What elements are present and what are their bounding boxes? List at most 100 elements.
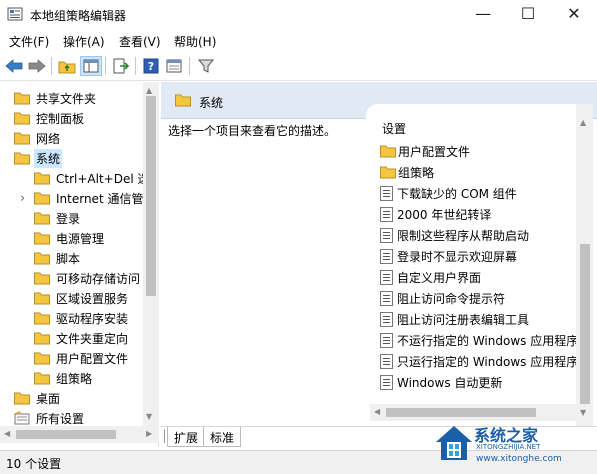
scroll-up-arrow-icon[interactable]: ▲	[146, 86, 152, 95]
toolbar-separator	[135, 57, 136, 75]
watermark-subtitle: XITONGZHIJIA.NET	[476, 443, 541, 451]
policy-setting-item[interactable]: 阻止访问命令提示符	[380, 288, 505, 308]
forward-icon	[28, 59, 46, 73]
menu-view[interactable]: 查看(V)	[119, 33, 161, 50]
setting-label: 限制这些程序从帮助启动	[397, 228, 530, 243]
tree-item[interactable]: 所有设置	[14, 408, 86, 428]
settings-column-header[interactable]: 设置	[382, 120, 406, 137]
minimize-button[interactable]: —	[460, 0, 506, 30]
policy-setting-item[interactable]: 只运行指定的 Windows 应用程序	[380, 351, 577, 371]
up-folder-icon	[58, 61, 76, 74]
watermark-logo: 系统之家 XITONGZHIJIA.NET www.xitonghe.com	[432, 418, 595, 468]
folder-icon	[34, 352, 50, 365]
menu-action[interactable]: 操作(A)	[63, 33, 105, 50]
forward-button[interactable]	[26, 56, 48, 76]
tree-item[interactable]: 脚本	[34, 248, 82, 268]
setting-label: 2000 年世纪转译	[397, 207, 492, 222]
tree-item-label: Ctrl+Alt+Del 选	[56, 171, 150, 186]
folder-icon	[14, 132, 30, 145]
menu-file[interactable]: 文件(F)	[9, 33, 49, 50]
tree-item-label: 用户配置文件	[56, 351, 129, 366]
scroll-right-arrow-icon[interactable]: ▶	[146, 429, 152, 438]
policy-setting-item[interactable]: Windows 自动更新	[380, 372, 502, 392]
tree-item[interactable]: 文件夹重定向	[34, 328, 130, 348]
folder-icon	[380, 166, 396, 179]
tree-item[interactable]: 用户配置文件	[34, 348, 130, 368]
tree-item[interactable]: 网络	[14, 128, 62, 148]
menu-help[interactable]: 帮助(H)	[174, 33, 216, 50]
all-settings-icon	[14, 411, 30, 425]
back-button[interactable]	[3, 56, 25, 76]
settings-folder-item[interactable]: 用户配置文件	[380, 141, 470, 161]
folder-icon	[14, 112, 30, 125]
export-list-icon	[113, 58, 129, 74]
policy-setting-item[interactable]: 2000 年世纪转译	[380, 204, 491, 224]
policy-setting-item[interactable]: 登录时不显示欢迎屏幕	[380, 246, 517, 266]
house-logo-icon	[436, 426, 472, 460]
tree-item[interactable]: 区域设置服务	[34, 288, 130, 308]
tree-item-label: 组策略	[56, 371, 93, 386]
policy-setting-item[interactable]: 不运行指定的 Windows 应用程序	[380, 330, 577, 350]
menu-bar: 文件(F) 操作(A) 查看(V) 帮助(H)	[0, 30, 597, 52]
folder-icon	[34, 372, 50, 385]
expand-chevron-icon[interactable]: ›	[20, 191, 25, 206]
settings-folder-item[interactable]: 组策略	[380, 162, 434, 182]
tree-item-label: 桌面	[36, 391, 61, 406]
folder-icon	[14, 152, 30, 165]
scroll-down-arrow-icon[interactable]: ▼	[580, 408, 586, 417]
filter-button[interactable]	[195, 56, 217, 76]
policy-setting-item[interactable]: 限制这些程序从帮助启动	[380, 225, 529, 245]
setting-label: 下载缺少的 COM 组件	[397, 186, 517, 201]
policy-setting-icon	[380, 374, 393, 390]
scroll-left-arrow-icon[interactable]: ◀	[374, 407, 380, 416]
tree-horizontal-scrollbar[interactable]: ◀ ▶	[0, 426, 159, 443]
tree-item[interactable]: 共享文件夹	[14, 88, 98, 108]
help-button[interactable]: ?	[140, 56, 162, 76]
setting-label: 阻止访问命令提示符	[397, 291, 506, 306]
folder-icon	[34, 212, 50, 225]
tree-item[interactable]: 驱动程序安装	[34, 308, 130, 328]
tree-item[interactable]: 控制面板	[14, 108, 86, 128]
scroll-up-arrow-icon[interactable]: ▲	[580, 118, 586, 127]
scroll-down-arrow-icon[interactable]: ▼	[146, 412, 152, 421]
navigation-tree: 共享文件夹 控制面板 网络 系统 Ctrl+Alt+Del 选 › Internet 通信管…	[0, 82, 159, 447]
export-list-button[interactable]	[110, 56, 132, 76]
policy-setting-icon	[380, 353, 393, 369]
extended-view-button[interactable]	[163, 56, 185, 76]
folder-icon	[34, 192, 50, 205]
policy-setting-item[interactable]: 阻止访问注册表编辑工具	[380, 309, 529, 329]
policy-setting-item[interactable]: 自定义用户界面	[380, 267, 481, 287]
tree-item[interactable]: Ctrl+Alt+Del 选	[34, 168, 151, 188]
settings-vertical-scrollbar[interactable]: ▲ ▼	[576, 104, 593, 426]
tree-item[interactable]: 桌面	[14, 388, 62, 408]
tree-item[interactable]: 电源管理	[34, 228, 106, 248]
filter-icon	[198, 59, 214, 73]
maximize-button[interactable]: ☐	[505, 0, 551, 30]
folder-icon	[14, 92, 30, 105]
group-policy-app-icon	[7, 7, 23, 21]
policy-setting-icon	[380, 227, 393, 243]
tree-item-label: 登录	[56, 211, 81, 226]
tree-item[interactable]: › Internet 通信管	[20, 188, 145, 208]
tree-item[interactable]: 登录	[34, 208, 82, 228]
description-text: 选择一个项目来查看它的描述。	[168, 124, 337, 138]
up-one-level-button[interactable]	[56, 56, 78, 76]
tree-item[interactable]: 可移动存储访问	[34, 268, 142, 288]
policy-setting-icon	[380, 185, 393, 201]
setting-label: 组策略	[398, 165, 435, 180]
show-hide-tree-button[interactable]	[80, 56, 102, 76]
tree-vertical-scrollbar[interactable]: ▲ ▼	[143, 82, 159, 426]
close-button[interactable]: ✕	[551, 0, 597, 30]
extended-view-icon	[166, 59, 182, 73]
toolbar: ?	[0, 52, 597, 81]
tab-extended[interactable]: 扩展	[167, 427, 206, 447]
tree-hscroll-thumb[interactable]	[16, 430, 116, 439]
policy-setting-item[interactable]: 下载缺少的 COM 组件	[380, 183, 517, 203]
tree-item[interactable]: 组策略	[34, 368, 94, 388]
settings-scroll-thumb[interactable]	[580, 244, 590, 404]
tab-standard[interactable]: 标准	[203, 427, 242, 447]
scroll-left-arrow-icon[interactable]: ◀	[4, 429, 10, 438]
tree-item[interactable]: 系统	[14, 148, 63, 168]
tree-scroll-thumb[interactable]	[146, 96, 156, 296]
settings-hscroll-thumb[interactable]	[386, 408, 536, 417]
